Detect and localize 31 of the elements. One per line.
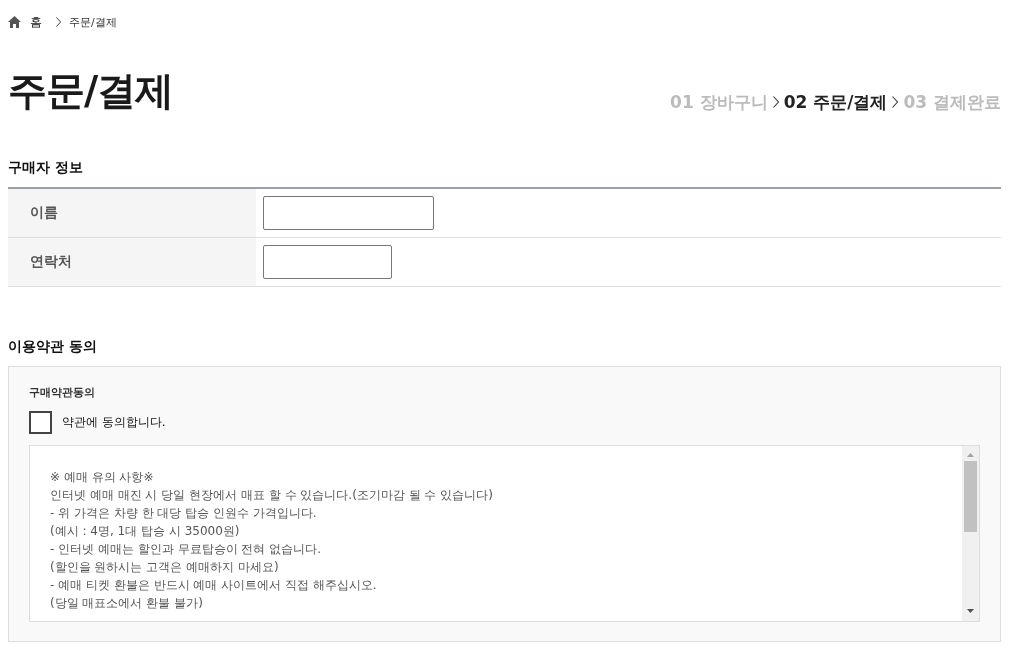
home-link[interactable]: 홈 xyxy=(8,13,42,31)
chevron-icon xyxy=(892,95,899,109)
terms-text-line: (할인을 원하시는 고객은 예매하지 마세요) xyxy=(50,559,279,576)
chevron-icon xyxy=(772,95,779,109)
step-label: 02 주문/결제 xyxy=(783,92,888,112)
section-title: 구매자 정보 xyxy=(8,158,83,176)
field-label: 연락처 xyxy=(30,253,72,271)
terms-text-line: (예시 : 4명, 1대 탑승 시 35000원) xyxy=(50,523,240,540)
step-label: 03 결제완료 xyxy=(903,92,1001,112)
agree-checkbox-row[interactable]: 약관에 동의합니다. xyxy=(29,411,166,434)
home-icon xyxy=(8,16,21,28)
terms-text-line: (당일 매표소에서 환불 불가) xyxy=(50,595,203,612)
terms-textarea[interactable] xyxy=(29,445,980,622)
agree-checkbox[interactable] xyxy=(29,411,52,434)
section-title: 이용약관 동의 xyxy=(8,337,97,355)
terms-text-line: 인터넷 예매 매진 시 당일 현장에서 매표 할 수 있습니다.(조기마감 될 수 있습니다) xyxy=(50,487,493,504)
terms-text-line: - 인터넷 예매는 할인과 무료탑승이 전혀 없습니다. xyxy=(50,541,322,558)
terms-text-line: ※ 예매 유의 사항※ xyxy=(50,469,154,486)
step-label: 01 장바구니 xyxy=(670,92,768,112)
field-label: 이름 xyxy=(30,204,58,222)
terms-text-line: - 예매 티켓 환불은 반드시 예매 사이트에서 직접 해주십시오. xyxy=(50,577,377,594)
terms-subtitle: 구매약관동의 xyxy=(29,385,95,401)
chevron-icon xyxy=(56,17,61,27)
name-input-field[interactable] xyxy=(263,196,434,230)
scroll-down-icon[interactable] xyxy=(967,609,974,613)
phone-input-field[interactable] xyxy=(263,245,392,279)
scroll-thumb[interactable] xyxy=(964,461,977,532)
terms-text-line: - 위 가격은 차량 한 대당 탑승 인원수 가격입니다. xyxy=(50,505,317,522)
scrollbar[interactable] xyxy=(962,446,979,621)
breadcrumb-current: 주문/결제 xyxy=(69,14,117,30)
page-title: 주문/결제 xyxy=(8,68,174,114)
